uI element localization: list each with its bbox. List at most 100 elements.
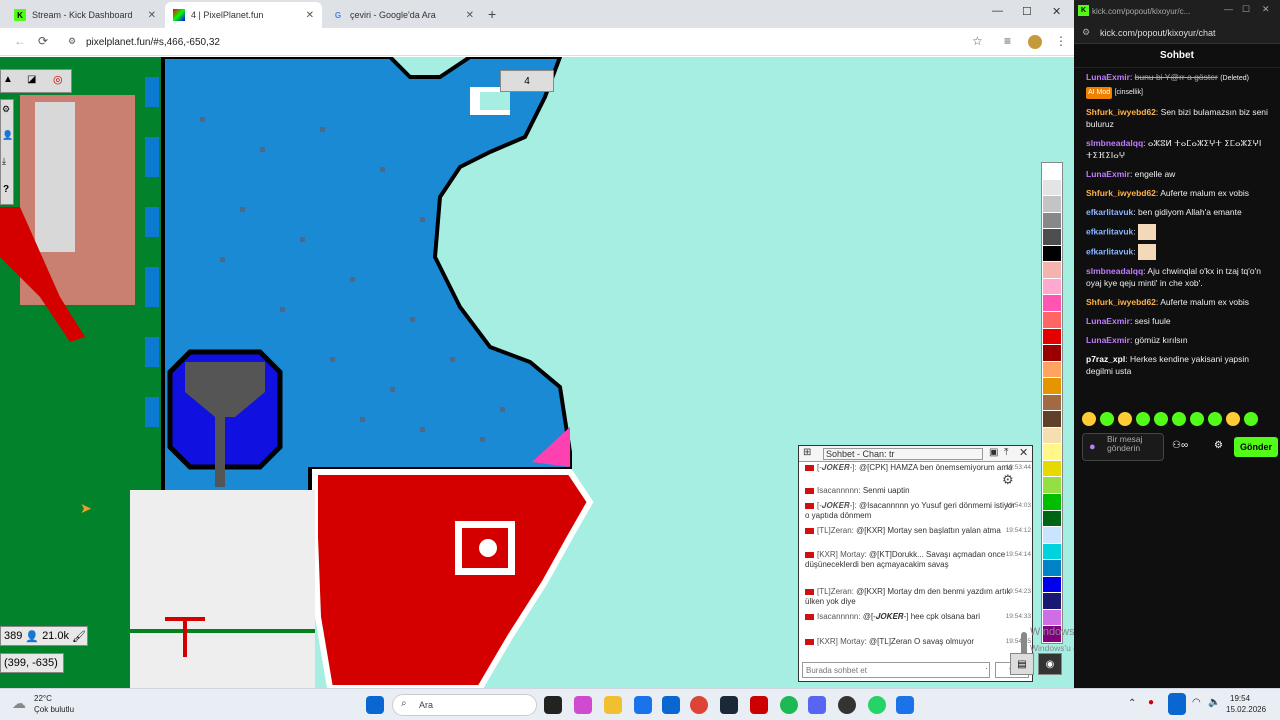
chevron-up-icon[interactable]: ⌃ — [1128, 698, 1136, 709]
site-info-icon[interactable]: ⚙ — [68, 36, 76, 47]
minimize-icon[interactable]: — — [1224, 4, 1233, 14]
message-username[interactable]: p7raz_xpl — [1086, 354, 1125, 364]
palette-swatch[interactable] — [1043, 378, 1061, 394]
palette-swatch[interactable] — [1043, 245, 1061, 262]
recorder-icon[interactable] — [750, 696, 768, 714]
file-explorer-icon[interactable] — [604, 696, 622, 714]
emote-icon[interactable] — [1136, 412, 1150, 426]
site-info-icon[interactable]: ⚙ — [1082, 27, 1090, 38]
close-icon[interactable]: ✕ — [148, 10, 156, 21]
volume-icon[interactable]: 🔈 — [1208, 697, 1220, 708]
store-icon[interactable] — [634, 696, 652, 714]
message-user[interactable]: Isacannnnn: — [817, 612, 861, 621]
palette-swatch[interactable] — [1043, 593, 1061, 609]
maximize-icon[interactable]: ☐ — [1022, 5, 1032, 18]
start-icon[interactable] — [366, 696, 384, 714]
bookmark-star-icon[interactable]: ☆ — [972, 34, 983, 48]
user-icon[interactable]: 👤 — [2, 130, 13, 141]
emote-icon[interactable] — [1100, 412, 1114, 426]
close-icon[interactable]: ✕ — [466, 10, 474, 21]
wifi-icon[interactable]: ◠ — [1192, 697, 1201, 708]
message-username[interactable]: slmbneadalqq — [1086, 138, 1143, 148]
taskbar-search[interactable]: ⌕ Ara — [392, 694, 537, 716]
close-icon[interactable]: ✕ — [1019, 446, 1028, 459]
emote-icon[interactable] — [1226, 412, 1240, 426]
minimize-icon[interactable]: — — [992, 5, 1003, 17]
settings-icon[interactable]: ⚙ — [1214, 440, 1223, 451]
tab-pixelplanet[interactable]: 4 | PixelPlanet.fun ✕ — [165, 2, 322, 28]
emote-icon[interactable] — [1208, 412, 1222, 426]
message-username[interactable]: slmbneadalqq — [1086, 266, 1143, 276]
task-view-icon[interactable] — [544, 696, 562, 714]
chat-input[interactable]: ● Bir mesaj gönderin — [1082, 433, 1164, 461]
teams-icon[interactable] — [808, 696, 826, 714]
chat-icon[interactable]: ▣ — [989, 447, 998, 458]
copilot-icon[interactable] — [574, 696, 592, 714]
tray-icon[interactable]: ● — [1148, 697, 1154, 708]
palette-swatch[interactable] — [1043, 196, 1061, 212]
message-username[interactable]: efkarlitavuk — [1086, 226, 1133, 236]
palette-swatch[interactable] — [1043, 477, 1061, 494]
close-icon[interactable]: ✕ — [1262, 4, 1270, 15]
message-user[interactable]: [KXR] Mortay: — [817, 550, 867, 559]
pixel-canvas[interactable]: ▲ ◪ ◎ ⚙ 👤 ⤓ ? 4 ⊞ Sohbet - Chan: tr ▣ ⤒ … — [0, 57, 1074, 688]
message-username[interactable]: LunaExmir — [1086, 169, 1130, 179]
message-username[interactable]: LunaExmir — [1086, 316, 1130, 326]
palette-swatch[interactable] — [1043, 212, 1061, 229]
profile-avatar[interactable] — [1028, 35, 1042, 49]
expand-icon[interactable]: ⤒ — [1004, 447, 1008, 458]
back-icon[interactable]: ← — [14, 34, 26, 48]
help-icon[interactable]: ? — [3, 184, 9, 195]
palette-swatch[interactable] — [1043, 609, 1061, 626]
message-user[interactable]: [-𝑱𝑶𝑲𝑬𝑹-]: — [817, 501, 857, 510]
message-username[interactable]: efkarlitavuk — [1086, 207, 1133, 217]
palette-swatch[interactable] — [1043, 527, 1061, 543]
message-username[interactable]: Shfurk_iwyebd62 — [1086, 107, 1156, 117]
palette-swatch[interactable] — [1043, 510, 1061, 527]
emote-icon[interactable] — [1172, 412, 1186, 426]
add-channel-icon[interactable]: ⊞ — [803, 447, 811, 458]
steam-icon[interactable] — [720, 696, 738, 714]
message-user[interactable]: Isacannnnn: — [817, 486, 861, 495]
obs-icon[interactable] — [838, 696, 856, 714]
new-tab-button[interactable]: + — [488, 6, 496, 22]
people-icon[interactable]: ⚇∞ — [1172, 440, 1188, 451]
message-username[interactable]: Shfurk_iwyebd62 — [1086, 188, 1156, 198]
palette-swatch[interactable] — [1043, 345, 1061, 361]
tab-google-search[interactable]: G çeviri - Google'da Ara ✕ — [324, 2, 482, 28]
message-username[interactable]: LunaExmir — [1086, 335, 1130, 345]
palette-swatch[interactable] — [1043, 311, 1061, 328]
send-button[interactable]: Gönder — [1234, 437, 1278, 457]
settings-icon[interactable]: ⚙ — [2, 104, 10, 115]
template-icon[interactable]: ◪ — [27, 74, 36, 85]
menu-icon[interactable]: ⋮ — [1055, 34, 1067, 48]
emote-icon[interactable] — [1082, 412, 1096, 426]
palette-swatch[interactable] — [1043, 543, 1061, 560]
palette-swatch[interactable] — [1043, 278, 1061, 295]
emote-icon[interactable] — [1244, 412, 1258, 426]
palette-swatch[interactable] — [1043, 460, 1061, 477]
palette-toggle-icon[interactable]: ◉ — [1038, 653, 1062, 675]
message-user[interactable]: [TL]Zeran: — [817, 526, 854, 535]
close-icon[interactable]: ✕ — [306, 10, 314, 21]
emote-icon[interactable] — [1190, 412, 1204, 426]
download-icon[interactable]: ⤓ — [2, 156, 6, 167]
message-user[interactable]: [KXR] Mortay: — [817, 637, 867, 646]
palette-swatch[interactable] — [1043, 560, 1061, 576]
emote-icon[interactable] — [1154, 412, 1168, 426]
outlook-icon[interactable] — [662, 696, 680, 714]
message-username[interactable]: LunaExmir — [1086, 72, 1130, 82]
chat-toggle-icon[interactable]: ▤ — [1010, 653, 1034, 675]
palette-swatch[interactable] — [1043, 444, 1061, 460]
spotify-icon[interactable] — [780, 696, 798, 714]
weather-icon[interactable]: ☁ — [12, 695, 26, 712]
palette-swatch[interactable] — [1043, 229, 1061, 245]
message-username[interactable]: Shfurk_iwyebd62 — [1086, 297, 1156, 307]
whatsapp-icon[interactable] — [868, 696, 886, 714]
media-icon[interactable]: ≡ — [1004, 34, 1011, 48]
app-icon[interactable] — [896, 696, 914, 714]
palette-swatch[interactable] — [1043, 361, 1061, 378]
reload-icon[interactable]: ⟳ — [38, 34, 48, 48]
palette-swatch[interactable] — [1043, 427, 1061, 444]
triangle-icon[interactable]: ▲ — [3, 74, 13, 85]
